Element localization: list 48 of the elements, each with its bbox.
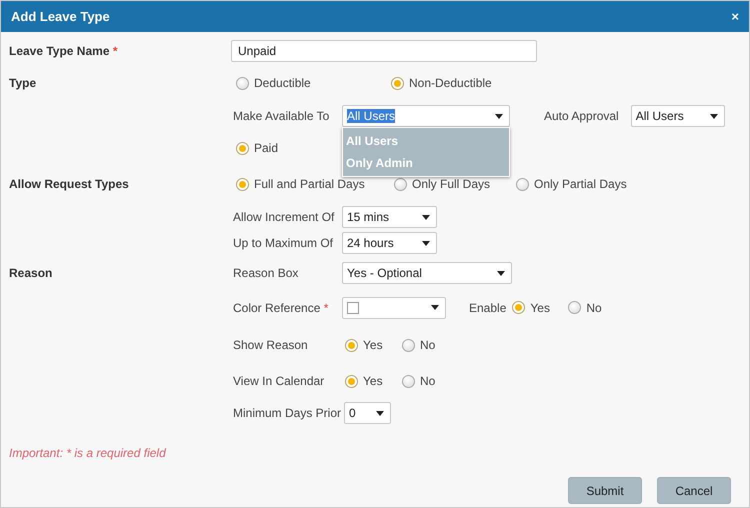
text-field[interactable]: Unpaid [231, 40, 537, 62]
close-button[interactable]: × [731, 9, 739, 24]
field-label: Show Reason [232, 338, 309, 352]
field-label: Leave Type Name [9, 44, 110, 58]
caret-icon [376, 410, 384, 416]
field-label: Reason Box [232, 266, 300, 280]
field-label: View In Calendar [232, 374, 326, 388]
required-mark: * [324, 300, 328, 314]
dropdown[interactable]: All Users [342, 105, 510, 127]
field-label: Up to Maximum Of [232, 236, 334, 250]
dropdown[interactable]: All Users [630, 105, 725, 127]
radio-option[interactable]: Yes [345, 373, 402, 389]
required-mark: * [112, 44, 118, 58]
radio-option[interactable]: Paid [236, 140, 278, 156]
dialog-button[interactable]: Cancel [657, 477, 731, 504]
field-label: Reason [9, 266, 54, 280]
caret-icon [422, 240, 430, 246]
dropdown[interactable]: 0 [344, 402, 391, 424]
caret-icon [497, 270, 505, 276]
dropdown[interactable] [342, 296, 446, 318]
field-label: Auto Approval [544, 109, 619, 123]
caret-icon [710, 114, 718, 118]
dialog-button[interactable]: Submit [568, 477, 642, 504]
radio-option[interactable]: No [402, 373, 436, 389]
dialog-title: Add Leave Type [11, 9, 110, 24]
caret-icon [431, 305, 439, 310]
field-label: Allow Request Types [9, 177, 130, 191]
radio-option[interactable]: Non-Deductible [391, 75, 492, 91]
radio-option[interactable]: No [568, 300, 602, 316]
dropdown[interactable]: Yes - Optional [342, 262, 512, 284]
field-label: Minimum Days Prior [232, 406, 342, 420]
field-label: Color Reference [233, 300, 320, 314]
field-label: Make Available To [232, 109, 330, 123]
dropdown[interactable]: 24 hours [342, 232, 437, 254]
required-field-note: Important: * is a required field [9, 446, 166, 460]
caret-icon [495, 114, 503, 118]
caret-icon [422, 214, 430, 220]
radio-option[interactable]: Yes [345, 337, 402, 353]
radio-option[interactable]: No [402, 337, 436, 353]
radio-option[interactable]: Only Partial Days [516, 176, 627, 192]
field-label: Allow Increment Of [232, 210, 336, 224]
radio-option[interactable]: Deductible [236, 75, 391, 91]
dropdown[interactable]: 15 mins [342, 206, 437, 228]
field-label: Enable [469, 300, 506, 314]
field-label: Type [9, 76, 38, 90]
radio-option[interactable]: Full and Partial Days [236, 176, 394, 192]
radio-option[interactable]: Yes [512, 300, 568, 316]
radio-option[interactable]: Only Full Days [394, 176, 516, 192]
